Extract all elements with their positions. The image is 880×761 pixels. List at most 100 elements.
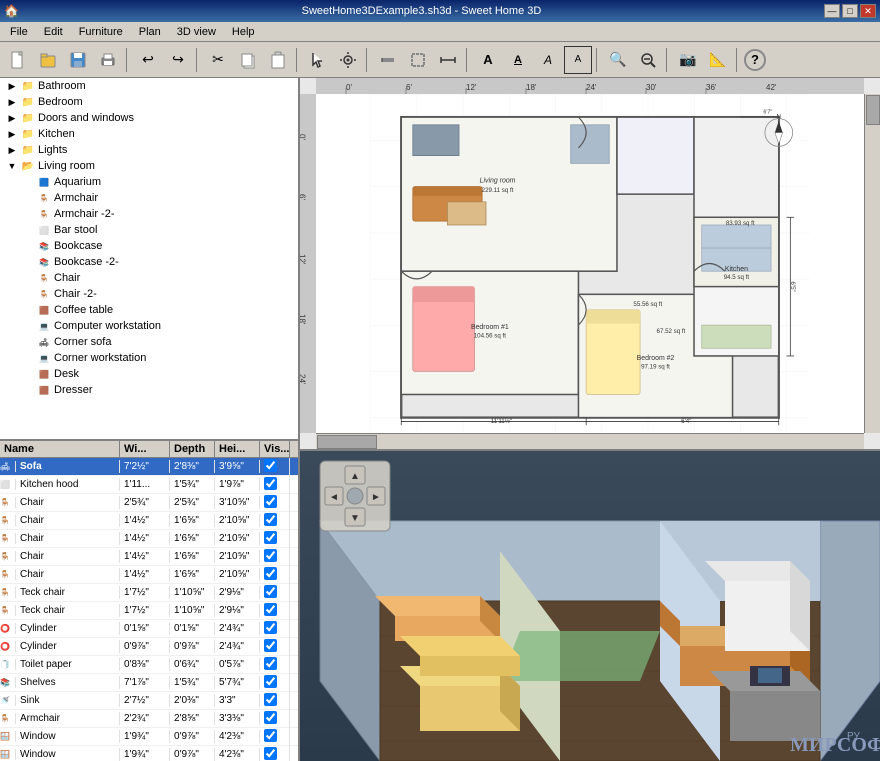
col-header-height[interactable]: Hei... xyxy=(215,441,260,457)
tree-item-doors-windows[interactable]: ▶ 📁 Doors and windows xyxy=(0,110,298,126)
tree-item-bookcase[interactable]: 📚 Bookcase xyxy=(0,238,298,254)
expand-icon[interactable]: ▶ xyxy=(4,81,20,92)
tree-label-corner-sofa: Corner sofa xyxy=(54,336,111,348)
tree-item-lights[interactable]: ▶ 📁 Lights xyxy=(0,142,298,158)
list-item[interactable]: 🧻 Toilet paper 0'8⅜" 0'6¾" 0'5⅞" xyxy=(0,656,298,674)
tree-item-coffee-table[interactable]: 🟫 Coffee table xyxy=(0,302,298,318)
tree-item-corner-workstation[interactable]: 💻 Corner workstation xyxy=(0,350,298,366)
tree-item-bedroom[interactable]: ▶ 📁 Bedroom xyxy=(0,94,298,110)
paste-button[interactable] xyxy=(264,46,292,74)
list-item[interactable]: ⬜ Kitchen hood 1'11... 1'5¾" 1'9⅞" xyxy=(0,476,298,494)
tree-item-kitchen[interactable]: ▶ 📁 Kitchen xyxy=(0,126,298,142)
menu-3dview[interactable]: 3D view xyxy=(169,24,224,40)
select-tool[interactable] xyxy=(304,46,332,74)
close-button[interactable]: ✕ xyxy=(860,4,876,18)
redo-button[interactable]: ↪ xyxy=(164,46,192,74)
item-icon: 💻 xyxy=(36,350,52,366)
svg-text:Living room: Living room xyxy=(480,178,516,185)
plan-svg-container[interactable]: Living room 229.11 sq ft Bedroom #1 104.… xyxy=(316,94,864,433)
cut-button[interactable]: ✂ xyxy=(204,46,232,74)
list-item[interactable]: ⭕ Cylinder 0'1⅝" 0'1⅝" 2'4¾" xyxy=(0,620,298,638)
tree-item-living-room[interactable]: ▼ 📂 Living room xyxy=(0,158,298,174)
col-header-name[interactable]: Name xyxy=(0,441,120,457)
tree-item-corner-sofa[interactable]: 🛋 Corner sofa xyxy=(0,334,298,350)
expand-icon[interactable]: ▶ xyxy=(4,129,20,140)
list-item[interactable]: 🪟 Window 1'9¾" 0'9⅞" 4'2⅜" xyxy=(0,746,298,761)
new-button[interactable] xyxy=(4,46,32,74)
list-item[interactable]: 🪑 Teck chair 1'7½" 1'10⅝" 2'9⅛" xyxy=(0,584,298,602)
expand-icon[interactable]: ▶ xyxy=(4,97,20,108)
furniture-list-scroll[interactable]: 🛋 Sofa 7'2½" 2'8⅜" 3'9⅝" ⬜ Kitchen hood … xyxy=(0,458,298,761)
tree-item-bathroom[interactable]: ▶ 📁 Bathroom xyxy=(0,78,298,94)
copy-button[interactable] xyxy=(234,46,262,74)
camera-button[interactable]: 📷 xyxy=(674,46,702,74)
expand-icon[interactable]: ▶ xyxy=(4,113,20,124)
tree-item-computer-workstation[interactable]: 💻 Computer workstation xyxy=(0,318,298,334)
list-item[interactable]: 🪑 Chair 1'4½" 1'6⅝" 2'10⅝" xyxy=(0,548,298,566)
list-item[interactable]: 🛋 Sofa 7'2½" 2'8⅜" 3'9⅝" xyxy=(0,458,298,476)
view-3d[interactable]: ▲ ▼ ◄ ► МИРСОФТА РУ xyxy=(300,451,880,761)
scrollbar-thumb[interactable] xyxy=(866,95,880,125)
tree-item-dresser[interactable]: 🟫 Dresser xyxy=(0,382,298,398)
vertical-scrollbar[interactable] xyxy=(864,94,880,433)
floor-plan[interactable]: 0' 6' 12' 18' 24' 30' 36' 42' xyxy=(300,78,880,451)
list-item[interactable]: 🪑 Teck chair 1'7½" 1'10⅝" 2'9⅛" xyxy=(0,602,298,620)
list-item[interactable]: 🪟 Window 1'9¾" 0'9⅞" 4'2⅜" xyxy=(0,728,298,746)
menu-furniture[interactable]: Furniture xyxy=(71,24,131,40)
tree-item-desk[interactable]: 🟫 Desk xyxy=(0,366,298,382)
zoom-in-button[interactable]: 🔍 xyxy=(604,46,632,74)
add-dimension-tool[interactable] xyxy=(434,46,462,74)
list-item[interactable]: 🪑 Chair 1'4½" 1'6⅝" 2'10⅝" xyxy=(0,512,298,530)
furniture-tree[interactable]: ▶ 📁 Bathroom ▶ 📁 Bedroom ▶ 📁 Doors and w… xyxy=(0,78,298,441)
list-item[interactable]: 🚿 Sink 2'7½" 2'0⅜" 3'3" xyxy=(0,692,298,710)
text-tool-a4[interactable]: A xyxy=(564,46,592,74)
text-tool-a1[interactable]: A xyxy=(474,46,502,74)
tree-label-corner-workstation: Corner workstation xyxy=(54,352,146,364)
tree-item-armchair[interactable]: 🪑 Armchair xyxy=(0,190,298,206)
tree-item-chair-2[interactable]: 🪑 Chair -2- xyxy=(0,286,298,302)
add-room-tool[interactable] xyxy=(404,46,432,74)
expand-icon[interactable]: ▼ xyxy=(4,161,20,171)
item-icon: 🟫 xyxy=(36,382,52,398)
maximize-button[interactable]: □ xyxy=(842,4,858,18)
list-item[interactable]: 🪑 Armchair 2'2¾" 2'8⅝" 3'3⅜" xyxy=(0,710,298,728)
expand-icon[interactable]: ▶ xyxy=(4,145,20,156)
list-item[interactable]: ⭕ Cylinder 0'9⅞" 0'9⅞" 2'4¾" xyxy=(0,638,298,656)
col-header-depth[interactable]: Depth xyxy=(170,441,215,457)
menu-edit[interactable]: Edit xyxy=(36,24,71,40)
menu-help[interactable]: Help xyxy=(224,24,263,40)
list-item[interactable]: 🪑 Chair 1'4½" 1'6⅝" 2'10⅝" xyxy=(0,530,298,548)
list-item[interactable]: 📚 Shelves 7'1⅞" 1'5¾" 5'7¾" xyxy=(0,674,298,692)
minimize-button[interactable]: — xyxy=(824,4,840,18)
measure-button[interactable]: 📐 xyxy=(704,46,732,74)
window-controls: — □ ✕ xyxy=(824,4,876,18)
menu-file[interactable]: File xyxy=(2,24,36,40)
item-icon: 📚 xyxy=(36,254,52,270)
title-bar: 🏠 SweetHome3DExample3.sh3d - Sweet Home … xyxy=(0,0,880,22)
list-item[interactable]: 🪑 Chair 2'5¾" 2'5¾" 3'10⅝" xyxy=(0,494,298,512)
zoom-out-button[interactable] xyxy=(634,46,662,74)
svg-text:97.19 sq ft: 97.19 sq ft xyxy=(641,363,670,370)
col-header-width[interactable]: Wi... xyxy=(120,441,170,457)
save-button[interactable] xyxy=(64,46,92,74)
add-wall-tool[interactable] xyxy=(374,46,402,74)
horizontal-scrollbar[interactable] xyxy=(316,433,864,449)
text-tool-a2[interactable]: A xyxy=(504,46,532,74)
menu-plan[interactable]: Plan xyxy=(131,24,169,40)
tree-item-bar-stool[interactable]: ⬜ Bar stool xyxy=(0,222,298,238)
text-tool-a3[interactable]: A xyxy=(534,46,562,74)
scrollbar-thumb-h[interactable] xyxy=(317,435,377,449)
tree-item-aquarium[interactable]: 🟦 Aquarium xyxy=(0,174,298,190)
print-button[interactable] xyxy=(94,46,122,74)
undo-button[interactable]: ↩ xyxy=(134,46,162,74)
tree-item-bookcase-2[interactable]: 📚 Bookcase -2- xyxy=(0,254,298,270)
item-icon: 🟫 xyxy=(36,302,52,318)
tree-item-chair[interactable]: 🪑 Chair xyxy=(0,270,298,286)
pan-tool[interactable] xyxy=(334,46,362,74)
svg-text:18': 18' xyxy=(526,83,537,92)
open-button[interactable] xyxy=(34,46,62,74)
help-button[interactable]: ? xyxy=(744,49,766,71)
tree-item-armchair-2[interactable]: 🪑 Armchair -2- xyxy=(0,206,298,222)
list-item[interactable]: 🪑 Chair 1'4½" 1'6⅝" 2'10⅝" xyxy=(0,566,298,584)
col-header-visible[interactable]: Vis... xyxy=(260,441,290,457)
